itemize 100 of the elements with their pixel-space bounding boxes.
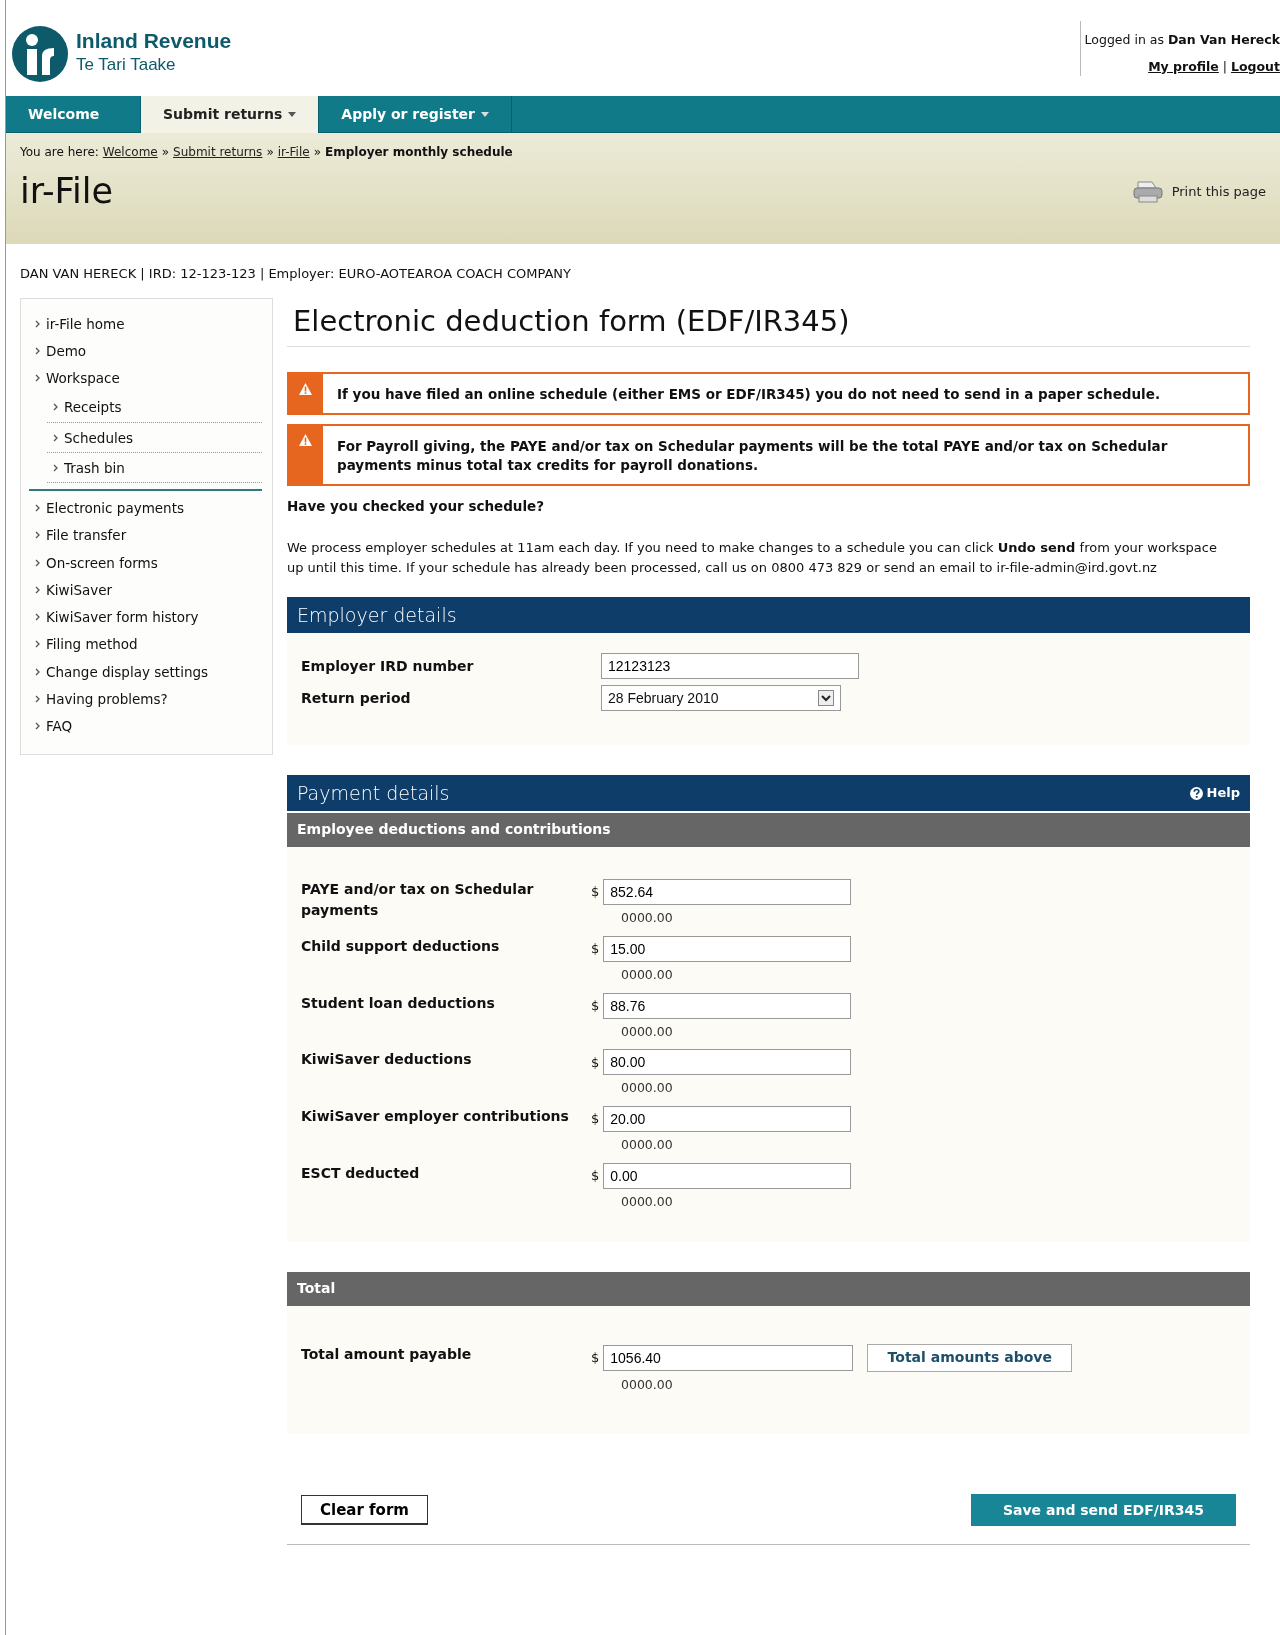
section-header: Employer details — [287, 597, 1250, 634]
sidebar-item[interactable]: FAQ — [29, 713, 262, 741]
format-hint: 0000.00 — [621, 966, 674, 984]
currency-symbol: $ — [591, 1167, 600, 1186]
field-label: PAYE and/or tax on Schedular payments — [301, 880, 535, 921]
chevron-icon — [35, 722, 40, 731]
alert-text: For Payroll giving, the PAYE and/or tax on Schedular payments will be the total PAYE and/or tax on Schedular payments minus total tax credits for payroll donations. — [336, 436, 1169, 476]
chevron-icon — [35, 346, 40, 355]
sidebar-item[interactable]: ir-File home — [29, 310, 262, 338]
nav-tab[interactable]: Submit returns — [141, 96, 320, 133]
format-hint: 0000.00 — [621, 1193, 674, 1211]
sidebar-item[interactable]: Electronic payments — [29, 495, 262, 523]
total-button[interactable]: Total amounts above — [867, 1343, 1073, 1372]
form-title: Electronic deduction form (EDF/IR345) — [287, 303, 1250, 348]
chevron-icon — [35, 640, 40, 649]
chevron-icon — [35, 319, 40, 328]
printer-icon — [1131, 180, 1164, 204]
link-divider: | — [1222, 58, 1228, 74]
amount-field[interactable]: 80.00 — [603, 1049, 852, 1076]
chevron-icon — [35, 558, 40, 567]
logo-icon — [12, 26, 68, 82]
breadcrumb-current: Employer monthly schedule — [325, 144, 513, 161]
breadcrumb-separator: » — [266, 144, 274, 161]
section-header: Payment details Help — [287, 775, 1250, 812]
info-paragraph: We process employer schedules at 11am each day. If you need to make changes to a schedule you can click Undo send from your workspace up until this time. If your schedule has already been processed, call us on 0800 473 829 or send an email to ir-file-admin@ird.govt.nz — [287, 539, 1218, 577]
currency-symbol: $ — [591, 883, 600, 902]
sidebar-item[interactable]: Having problems? — [29, 685, 262, 713]
format-hint: 0000.00 — [621, 1136, 674, 1155]
breadcrumb-link[interactable]: ir-File — [277, 143, 310, 161]
dropdown-field[interactable]: 28 February 2010 — [601, 685, 841, 712]
field-label: Total amount payable — [301, 1344, 473, 1364]
help-link[interactable]: Help — [1189, 783, 1240, 803]
format-hint: 0000.00 — [621, 1022, 674, 1041]
currency-symbol: $ — [591, 1349, 600, 1367]
caret-icon — [481, 112, 489, 117]
logo-subtitle: Te Tari Taake — [76, 54, 177, 77]
header-link[interactable]: Logout — [1231, 58, 1280, 74]
warning-icon — [299, 434, 312, 447]
chevron-icon — [53, 433, 58, 442]
field-label: Return period — [301, 688, 412, 708]
format-hint: 0000.00 — [621, 909, 674, 928]
submit-button[interactable]: Save and send EDF/IR345 — [971, 1494, 1236, 1527]
currency-symbol: $ — [591, 940, 600, 959]
user-identity: DAN VAN HERECK | IRD: 12-123-123 | Employer: EURO-AOTEAROA COACH COMPANY — [19, 265, 572, 283]
help-icon — [1189, 786, 1203, 800]
breadcrumb-link[interactable]: Welcome — [102, 143, 158, 161]
caret-icon — [288, 112, 297, 117]
chevron-icon — [35, 531, 40, 540]
amount-field[interactable]: 20.00 — [603, 1106, 852, 1133]
field-label: ESCT deducted — [301, 1164, 421, 1183]
chevron-icon — [53, 403, 58, 412]
amount-field[interactable]: 0.00 — [603, 1163, 852, 1189]
warning-icon — [299, 382, 312, 395]
field-label: Employer IRD number — [301, 656, 475, 676]
currency-symbol: $ — [591, 1053, 600, 1072]
alert-text: If you have filed an online schedule (either EMS or EDF/IR345) you do not need to send in a paper schedule. — [336, 385, 1162, 405]
text-field[interactable]: 12123123 — [601, 653, 859, 680]
breadcrumb-separator: » — [313, 144, 321, 161]
sidebar-item[interactable]: Schedules — [47, 422, 262, 453]
chevron-icon — [35, 585, 40, 594]
amount-field[interactable]: 15.00 — [603, 936, 852, 962]
breadcrumb-label: You are here: — [20, 144, 99, 161]
header-link[interactable]: My profile — [1148, 58, 1219, 74]
section-heading: Have you checked your schedule? — [287, 497, 546, 516]
clear-form-button[interactable]: Clear form — [301, 1495, 428, 1526]
sidebar-item[interactable]: Filing method — [29, 631, 262, 659]
chevron-icon — [35, 374, 40, 383]
sidebar-item[interactable]: On-screen forms — [29, 549, 262, 577]
field-label: Student loan deductions — [301, 993, 496, 1013]
amount-field[interactable]: 88.76 — [603, 992, 852, 1019]
sidebar-item[interactable]: Trash bin — [47, 452, 262, 483]
breadcrumb-link[interactable]: Submit returns — [173, 143, 263, 161]
sidebar-item[interactable]: KiwiSaver — [29, 576, 262, 604]
sidebar-item[interactable]: Workspace — [29, 365, 262, 393]
format-hint: 0000.00 — [621, 1079, 674, 1098]
currency-symbol: $ — [591, 1110, 600, 1129]
sidebar-item[interactable]: Change display settings — [29, 658, 262, 686]
print-link[interactable]: Print this page — [1131, 180, 1266, 204]
field-label: Child support deductions — [301, 937, 501, 956]
amount-field[interactable]: 852.64 — [603, 879, 852, 906]
chevron-icon — [35, 504, 40, 513]
logo-name: Inland Revenue — [76, 30, 232, 53]
chevron-icon — [53, 463, 58, 472]
subsection-header: Employee deductions and contributions — [287, 813, 1250, 848]
page-title: ir-File — [20, 170, 114, 212]
format-hint: 0000.00 — [621, 1375, 674, 1394]
sidebar-item[interactable]: Receipts — [47, 392, 262, 423]
breadcrumb-separator: » — [161, 144, 170, 161]
sidebar-item[interactable]: File transfer — [29, 522, 262, 550]
field-label: KiwiSaver deductions — [301, 1050, 473, 1070]
chevron-icon — [35, 613, 40, 622]
amount-field[interactable]: 1056.40 — [603, 1344, 854, 1371]
chevron-icon — [35, 667, 40, 676]
login-status: Logged in as Dan Van Hereck — [1084, 31, 1280, 49]
chevron-icon — [35, 694, 40, 703]
currency-symbol: $ — [591, 997, 600, 1015]
section-header: Total — [287, 1271, 1250, 1306]
field-label: KiwiSaver employer contributions — [301, 1107, 570, 1127]
sidebar-item[interactable]: Demo — [29, 337, 262, 365]
sidebar-item[interactable]: KiwiSaver form history — [29, 604, 262, 632]
